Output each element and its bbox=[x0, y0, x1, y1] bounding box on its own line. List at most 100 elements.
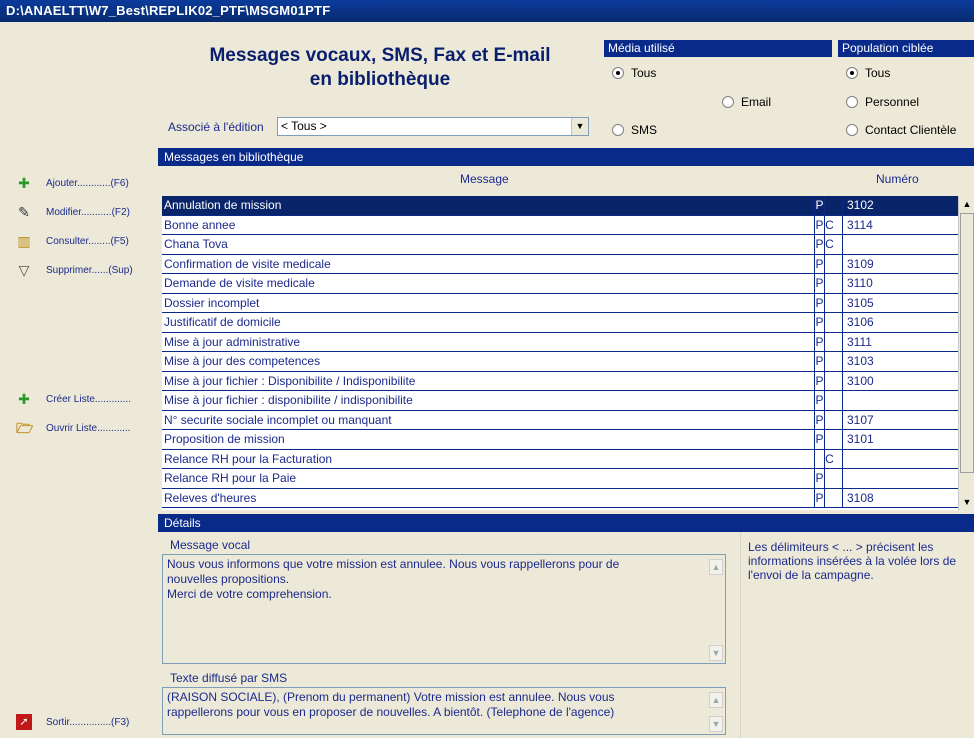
table-row[interactable]: Mise à jour des competences P 3103 bbox=[162, 352, 958, 372]
cell-c-flag bbox=[824, 293, 834, 313]
cell-message: Relance RH pour la Paie bbox=[164, 471, 297, 485]
cell-c-flag: C bbox=[824, 449, 834, 469]
table-row[interactable]: Bonne annee P C 3114 bbox=[162, 215, 958, 235]
folder-open-icon: 🗁 bbox=[16, 420, 34, 436]
cell-message: Bonne annee bbox=[164, 217, 236, 232]
cell-numero: 3101 bbox=[842, 430, 958, 449]
sidebar-item-supprimer[interactable]: ▽ Supprimer......(Sup) bbox=[16, 262, 133, 278]
window-title: D:\ANAELTT\W7_Best\REPLIK02_PTF\MSGM01PT… bbox=[6, 3, 331, 18]
radio-icon bbox=[612, 124, 624, 136]
cell-numero: 3107 bbox=[842, 410, 958, 430]
sms-text-label: Texte diffusé par SMS bbox=[170, 671, 288, 685]
col-header-message[interactable]: Message bbox=[460, 172, 509, 186]
table-row[interactable]: Mise à jour fichier : Disponibilite / In… bbox=[162, 371, 958, 391]
library-section-header: Messages en bibliothèque bbox=[158, 148, 974, 166]
cell-p-flag: P bbox=[814, 215, 824, 235]
cell-p-flag: P bbox=[814, 352, 824, 371]
table-row[interactable]: Chana Tova P C bbox=[162, 235, 958, 255]
exit-icon: ➚ bbox=[16, 714, 32, 730]
table-row[interactable]: Proposition de mission P 3101 bbox=[162, 430, 958, 450]
cell-message: Proposition de mission bbox=[164, 432, 285, 446]
table-scrollbar[interactable]: ▲ ▼ bbox=[958, 196, 974, 510]
cell-c-flag bbox=[824, 313, 834, 332]
page-title: Messages vocaux, SMS, Fax et E-mail en b… bbox=[165, 44, 595, 92]
cell-message: Dossier incomplet bbox=[164, 295, 260, 310]
scroll-down-icon[interactable]: ▼ bbox=[709, 716, 723, 732]
page-title-line1: Messages vocaux, SMS, Fax et E-mail bbox=[209, 45, 551, 66]
cell-c-flag bbox=[824, 352, 834, 371]
book-icon: ▥ bbox=[17, 233, 31, 249]
radio-selected-icon bbox=[612, 67, 624, 79]
cell-message: Justificatif de domicile bbox=[164, 315, 281, 329]
cell-message: Chana Tova bbox=[164, 237, 228, 251]
sidebar-item-consulter[interactable]: ▥ Consulter........(F5) bbox=[16, 233, 128, 249]
col-header-numero[interactable]: Numéro bbox=[876, 172, 919, 186]
table-row[interactable]: Mise à jour fichier : disponibilite / in… bbox=[162, 391, 958, 411]
table-row[interactable]: Demande de visite medicale P 3110 bbox=[162, 274, 958, 294]
cell-message: Confirmation de visite medicale bbox=[164, 256, 331, 271]
chevron-down-icon[interactable]: ▼ bbox=[571, 118, 588, 135]
sidebar-item-ouvrir-liste[interactable]: 🗁 Ouvrir Liste............ bbox=[16, 420, 130, 436]
media-radio-email[interactable]: Email bbox=[722, 95, 771, 109]
cell-numero bbox=[842, 235, 958, 254]
plus-icon: ✚ bbox=[18, 175, 30, 191]
sidebar-item-ajouter[interactable]: ✚ Ajouter............(F6) bbox=[16, 175, 129, 191]
cell-message: Releves d'heures bbox=[164, 490, 257, 505]
assoc-edition-select[interactable]: < Tous > ▼ bbox=[277, 117, 589, 136]
cell-numero bbox=[842, 449, 958, 469]
table-row[interactable]: Justificatif de domicile P 3106 bbox=[162, 313, 958, 333]
table-row[interactable]: Releves d'heures P 3108 bbox=[162, 488, 958, 508]
table-row[interactable]: Annulation de mission P 3102 bbox=[162, 196, 958, 216]
cell-p-flag: P bbox=[814, 235, 824, 254]
media-radio-tous[interactable]: Tous bbox=[612, 66, 656, 80]
population-group-header: Population ciblée bbox=[838, 40, 974, 57]
cell-p-flag: P bbox=[814, 469, 824, 488]
table-row[interactable]: Mise à jour administrative P 3111 bbox=[162, 332, 958, 352]
cell-p-flag: P bbox=[814, 391, 824, 410]
table-row[interactable]: Relance RH pour la Paie P bbox=[162, 469, 958, 489]
cell-message: Annulation de mission bbox=[164, 198, 282, 212]
cell-p-flag: P bbox=[814, 488, 824, 508]
table-row[interactable]: Dossier incomplet P 3105 bbox=[162, 293, 958, 313]
scroll-thumb[interactable] bbox=[960, 213, 974, 473]
cell-message: N° securite sociale incomplet ou manquan… bbox=[164, 412, 392, 427]
table-row[interactable]: Confirmation de visite medicale P 3109 bbox=[162, 254, 958, 274]
cell-c-flag bbox=[824, 254, 834, 274]
table-row[interactable]: Relance RH pour la Facturation C bbox=[162, 449, 958, 469]
cell-p-flag bbox=[814, 449, 824, 469]
sidebar-item-modifier[interactable]: ✎ Modifier...........(F2) bbox=[16, 204, 130, 220]
cell-p-flag: P bbox=[814, 293, 824, 313]
cell-message: Mise à jour fichier : Disponibilite / In… bbox=[164, 373, 416, 388]
vocal-message-textarea[interactable]: Nous vous informons que votre mission es… bbox=[162, 554, 726, 664]
scroll-up-icon[interactable]: ▲ bbox=[959, 196, 974, 212]
edit-icon: ✎ bbox=[18, 204, 30, 220]
scroll-up-icon[interactable]: ▲ bbox=[709, 559, 723, 575]
radio-selected-icon bbox=[846, 67, 858, 79]
table-row[interactable]: N° securite sociale incomplet ou manquan… bbox=[162, 410, 958, 430]
scroll-down-icon[interactable]: ▼ bbox=[709, 645, 723, 661]
population-radio-tous[interactable]: Tous bbox=[846, 66, 890, 80]
cell-p-flag: P bbox=[814, 332, 824, 352]
radio-icon bbox=[846, 124, 858, 136]
cell-numero: 3100 bbox=[842, 371, 958, 391]
messages-table[interactable]: Annulation de mission P 3102 Bonne annee P C 3… bbox=[162, 196, 958, 510]
sidebar-item-creer-liste[interactable]: ✚ Créer Liste............. bbox=[16, 391, 131, 407]
cell-numero: 3114 bbox=[842, 215, 958, 235]
population-radio-contact-clientele[interactable]: Contact Clientèle bbox=[846, 123, 956, 137]
assoc-edition-value: < Tous > bbox=[281, 119, 327, 133]
scroll-down-icon[interactable]: ▼ bbox=[959, 494, 974, 510]
cell-numero: 3109 bbox=[842, 254, 958, 274]
cell-c-flag bbox=[824, 469, 834, 488]
cell-message: Mise à jour des competences bbox=[164, 354, 321, 368]
sidebar-item-sortir[interactable]: ➚ Sortir...............(F3) bbox=[16, 714, 129, 730]
population-radio-personnel[interactable]: Personnel bbox=[846, 95, 919, 109]
media-radio-sms[interactable]: SMS bbox=[612, 123, 657, 137]
cell-c-flag bbox=[824, 274, 834, 293]
cell-message: Relance RH pour la Facturation bbox=[164, 451, 333, 466]
cell-p-flag: P bbox=[814, 371, 824, 391]
sms-text-textarea[interactable]: (RAISON SOCIALE), (Prenom du permanent) … bbox=[162, 687, 726, 735]
cell-c-flag bbox=[824, 332, 834, 352]
scroll-up-icon[interactable]: ▲ bbox=[709, 692, 723, 708]
cell-p-flag: P bbox=[814, 254, 824, 274]
page-title-line2: en bibliothèque bbox=[309, 69, 451, 90]
